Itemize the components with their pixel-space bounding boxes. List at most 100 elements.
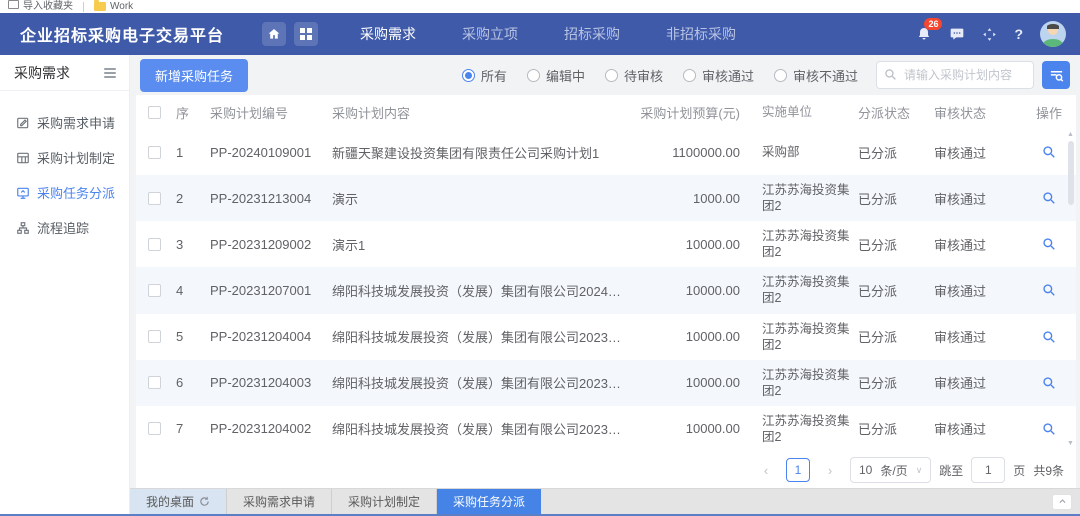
row-checkbox[interactable] [148,238,161,251]
magnifier-icon [1042,330,1056,344]
row-checkbox[interactable] [148,146,161,159]
scroll-down-icon[interactable]: ▼ [1067,440,1074,448]
sidebar-collapse-button[interactable] [101,65,119,81]
bottom-tab[interactable]: 我的桌面 [130,489,227,514]
row-budget: 10000.00 [630,329,758,344]
bottom-tab[interactable]: 采购任务分派 [437,489,541,514]
sidebar-item[interactable]: 流程追踪 [0,210,129,245]
jump-unit: 页 [1013,462,1025,479]
radio-icon [774,69,787,82]
row-content: 绵阳科技城发展投资（发展）集团有限公司2023年度第四季度采购 [328,327,630,346]
jump-page-input[interactable] [971,457,1005,483]
page-size-unit: 条/页 [880,462,907,479]
add-task-button[interactable]: 新增采购任务 [140,59,248,92]
collapse-tabs-button[interactable] [1052,494,1072,510]
sidebar-item[interactable]: 采购计划制定 [0,140,129,175]
user-avatar[interactable] [1040,21,1066,47]
table-row[interactable]: 1 PP-20240109001 新疆天聚建设投资集团有限责任公司采购计划1 1… [136,129,1076,175]
col-op: 操作 [1022,103,1076,122]
nav-item[interactable]: 采购需求 [360,24,416,44]
row-code: PP-20231204002 [206,421,328,436]
row-audit-status: 审核通过 [930,143,1022,162]
row-seq: 2 [172,191,206,206]
list-search-icon [1049,68,1064,83]
table-row[interactable]: 2 PP-20231213004 演示 1000.00 江苏苏海投资集团2 已分… [136,175,1076,221]
row-audit-status: 审核通过 [930,373,1022,392]
edit-square-icon [16,116,30,130]
table-row[interactable]: 6 PP-20231204003 绵阳科技城发展投资（发展）集团有限公司2023… [136,360,1076,406]
row-seq: 6 [172,375,206,390]
radio-icon [683,69,696,82]
view-detail-button[interactable] [1042,237,1056,251]
advanced-search-button[interactable] [1042,61,1070,89]
view-detail-button[interactable] [1042,330,1056,344]
row-dispatch-status: 已分派 [854,373,930,392]
table-row[interactable]: 4 PP-20231207001 绵阳科技城发展投资（发展）集团有限公司2024… [136,267,1076,313]
magnifier-icon [1042,422,1056,436]
table-scrollbar[interactable]: ▲ ▼ [1066,131,1075,448]
sidebar-item[interactable]: 采购任务分派 [0,175,129,210]
col-seq: 序 [172,103,206,122]
home-button[interactable] [262,22,286,46]
row-budget: 10000.00 [630,283,758,298]
next-page-button[interactable]: › [818,458,842,482]
row-budget: 10000.00 [630,421,758,436]
total-count: 共9条 [1033,462,1064,479]
status-filter-radio[interactable]: 审核不通过 [774,66,858,85]
nav-item[interactable]: 非招标采购 [666,24,736,44]
notifications-button[interactable]: 26 [916,26,932,42]
row-audit-status: 审核通过 [930,281,1022,300]
view-detail-button[interactable] [1042,283,1056,297]
sidebar-item[interactable]: 采购需求申请 [0,105,129,140]
messages-button[interactable] [949,26,965,42]
row-checkbox[interactable] [148,192,161,205]
row-dispatch-status: 已分派 [854,235,930,254]
status-filter-radio[interactable]: 待审核 [605,66,663,85]
row-checkbox[interactable] [148,284,161,297]
row-seq: 5 [172,329,206,344]
row-unit: 江苏苏海投资集团2 [758,182,854,214]
sidebar-item-label: 流程追踪 [37,218,89,237]
nav-item[interactable]: 招标采购 [564,24,620,44]
row-checkbox[interactable] [148,330,161,343]
search-input[interactable] [876,61,1034,89]
page-number-button[interactable]: 1 [786,458,810,482]
view-detail-button[interactable] [1042,376,1056,390]
row-content: 演示1 [328,235,630,254]
magnifier-icon [1042,376,1056,390]
nav-item[interactable]: 采购立项 [462,24,518,44]
status-filter-radio[interactable]: 所有 [462,66,507,85]
fullscreen-button[interactable] [982,27,997,42]
table-row[interactable]: 7 PP-20231204002 绵阳科技城发展投资（发展）集团有限公司2023… [136,406,1076,452]
row-checkbox[interactable] [148,422,161,435]
chevron-up-icon [1058,497,1067,506]
bottom-tab[interactable]: 采购需求申请 [227,489,332,514]
table-row[interactable]: 3 PP-20231209002 演示1 10000.00 江苏苏海投资集团2 … [136,221,1076,267]
view-detail-button[interactable] [1042,145,1056,159]
scrollbar-thumb[interactable] [1068,141,1074,205]
col-code: 采购计划编号 [206,103,328,122]
page-size-select[interactable]: 10 条/页 ∨ [850,457,931,483]
apps-grid-button[interactable] [294,22,318,46]
row-seq: 7 [172,421,206,436]
prev-page-button[interactable]: ‹ [754,458,778,482]
select-all-checkbox[interactable] [148,106,161,119]
row-code: PP-20231204004 [206,329,328,344]
import-bookmarks-button[interactable]: 导入收藏夹 [8,0,73,12]
view-detail-button[interactable] [1042,191,1056,205]
refresh-icon[interactable] [199,496,210,507]
status-filter-radio[interactable]: 审核通过 [683,66,754,85]
bookmarks-divider [83,2,84,12]
scroll-up-icon[interactable]: ▲ [1067,131,1074,139]
row-checkbox[interactable] [148,376,161,389]
status-filter-radio[interactable]: 编辑中 [527,66,585,85]
table-row[interactable]: 5 PP-20231204004 绵阳科技城发展投资（发展）集团有限公司2023… [136,314,1076,360]
row-unit: 江苏苏海投资集团2 [758,321,854,353]
view-detail-button[interactable] [1042,422,1056,436]
col-dispatch: 分派状态 [854,103,930,122]
help-button[interactable]: ? [1014,26,1023,42]
row-dispatch-status: 已分派 [854,143,930,162]
bottom-tab[interactable]: 采购计划制定 [332,489,437,514]
bookmark-folder-work[interactable]: Work [94,1,133,12]
import-bookmarks-label: 导入收藏夹 [23,0,73,12]
